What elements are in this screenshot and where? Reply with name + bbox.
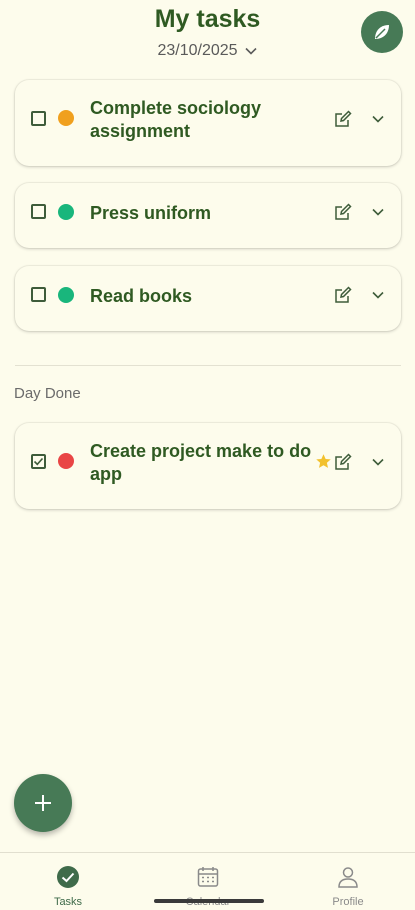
header: My tasks 23/10/2025	[0, 0, 415, 70]
nav-item-profile[interactable]: Profile	[298, 853, 398, 910]
chevron-down-icon[interactable]	[371, 205, 385, 219]
chevron-down-icon[interactable]	[371, 288, 385, 302]
person-icon	[338, 867, 358, 888]
plus-icon	[35, 795, 51, 811]
task-card[interactable]: Press uniform	[15, 183, 401, 248]
chevron-down-icon[interactable]	[371, 112, 385, 126]
date-label: 23/10/2025	[157, 42, 238, 59]
nav-label-profile: Profile	[332, 896, 364, 908]
task-checkbox[interactable]	[31, 204, 46, 219]
task-title: Complete sociology assignment	[90, 98, 262, 141]
date-selector[interactable]: 23/10/2025	[0, 42, 415, 60]
edit-icon[interactable]	[333, 285, 353, 305]
task-card[interactable]: Complete sociology assignment	[15, 80, 401, 166]
add-task-button[interactable]	[14, 774, 72, 832]
edit-icon[interactable]	[333, 452, 353, 472]
nav-label-tasks: Tasks	[53, 896, 83, 908]
priority-dot	[58, 204, 74, 220]
edit-icon[interactable]	[333, 202, 353, 222]
priority-dot	[58, 287, 74, 303]
task-title: Read books	[90, 286, 193, 306]
home-indicator	[154, 899, 264, 903]
task-checkbox[interactable]	[31, 111, 46, 126]
checkmark-icon	[33, 457, 44, 466]
task-title: Create project make to do app	[90, 441, 312, 484]
star-icon[interactable]	[315, 453, 332, 470]
task-checkbox[interactable]	[31, 287, 46, 302]
task-card-done[interactable]: Create project make to do app	[15, 423, 401, 509]
section-label-day-done: Day Done	[14, 385, 81, 402]
calendar-icon	[197, 867, 219, 887]
priority-dot	[58, 110, 74, 126]
task-title: Press uniform	[90, 203, 212, 223]
leaf-profile-button[interactable]	[361, 11, 403, 53]
page-title: My tasks	[154, 5, 261, 33]
section-divider	[15, 365, 401, 366]
leaf-icon	[375, 25, 389, 39]
task-checkbox-checked[interactable]	[31, 454, 46, 469]
chevron-down-icon[interactable]	[371, 455, 385, 469]
nav-item-tasks[interactable]: Tasks	[18, 853, 118, 910]
task-card[interactable]: Read books	[15, 266, 401, 331]
check-circle-icon	[57, 866, 79, 888]
chevron-down-icon	[244, 47, 257, 55]
priority-dot	[58, 453, 74, 469]
edit-icon[interactable]	[333, 109, 353, 129]
